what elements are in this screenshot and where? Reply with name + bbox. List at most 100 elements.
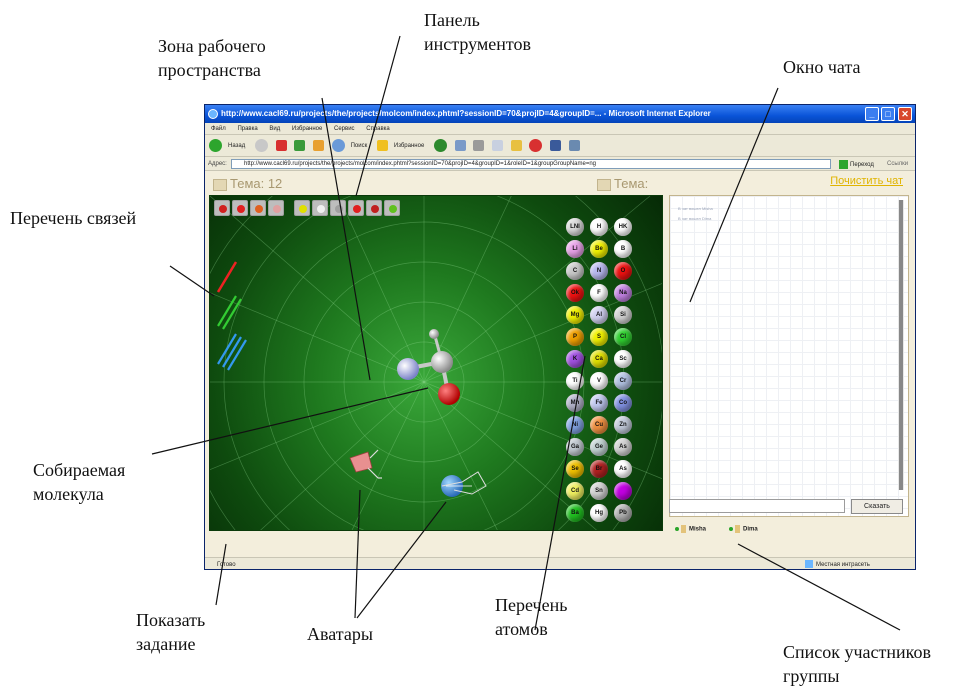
assembled-molecule[interactable] <box>397 329 460 405</box>
mail-icon[interactable] <box>454 139 466 151</box>
chat-scrollbar[interactable] <box>898 200 904 490</box>
atom-button[interactable]: Sc <box>614 350 632 368</box>
atom-button[interactable]: Ni <box>566 416 584 434</box>
menu-help[interactable]: Справка <box>366 126 390 132</box>
triple-bond-icon[interactable] <box>217 333 247 371</box>
tool-add-atom[interactable] <box>232 200 248 216</box>
go-button[interactable]: Переход <box>839 158 874 172</box>
print-icon[interactable] <box>473 139 485 151</box>
atom-button[interactable]: Mg <box>566 306 584 324</box>
atom-button[interactable]: V <box>590 372 608 390</box>
show-task-area[interactable] <box>209 533 663 553</box>
tool-move[interactable] <box>294 200 310 216</box>
menu-view[interactable]: Вид <box>269 126 280 132</box>
atom-button[interactable]: B <box>614 240 632 258</box>
atom-button[interactable]: Br <box>590 460 608 478</box>
atom-button[interactable]: Fe <box>590 394 608 412</box>
back-label[interactable]: Назад <box>228 143 245 149</box>
menu-tools[interactable]: Сервис <box>334 126 355 132</box>
atom-button[interactable]: Li <box>566 240 584 258</box>
search-label[interactable]: Поиск <box>351 143 368 149</box>
atom-button[interactable]: Ok <box>566 284 584 302</box>
chat-scrollbar-thumb[interactable] <box>899 200 903 490</box>
atom-button[interactable]: F <box>590 284 608 302</box>
atom-button[interactable]: As <box>614 438 632 456</box>
atom-button[interactable]: Co <box>614 394 632 412</box>
refresh-icon[interactable] <box>294 139 306 151</box>
atom-button[interactable]: Al <box>590 306 608 324</box>
atom-button[interactable]: N <box>590 262 608 280</box>
tool-pin[interactable] <box>312 200 328 216</box>
member-item[interactable]: Dima <box>729 525 758 533</box>
atom-button[interactable]: LNI <box>566 218 584 236</box>
search-icon[interactable] <box>331 138 345 152</box>
atom-button[interactable]: Na <box>614 284 632 302</box>
atom-button[interactable]: Cl <box>614 328 632 346</box>
atom-button[interactable]: Mn <box>566 394 584 412</box>
tool-select[interactable] <box>214 200 230 216</box>
atom-button[interactable]: Ge <box>590 438 608 456</box>
users-icon[interactable] <box>568 139 580 151</box>
media-icon[interactable] <box>433 138 447 152</box>
home-icon[interactable] <box>312 139 324 151</box>
atom-button[interactable]: HK <box>614 218 632 236</box>
favorites-star-icon[interactable] <box>376 139 388 151</box>
address-input[interactable]: http://www.cacl69.ru/projects/the/projec… <box>231 159 831 169</box>
say-button[interactable]: Сказать <box>851 499 903 514</box>
atom-button[interactable]: Be <box>590 240 608 258</box>
atom-button[interactable]: Cr <box>614 372 632 390</box>
chat-input[interactable] <box>669 499 845 513</box>
member-item[interactable]: Misha <box>675 525 706 533</box>
carbon-atom[interactable] <box>431 351 453 373</box>
hydrogen-atom[interactable] <box>429 329 439 339</box>
atom-button[interactable]: K <box>566 350 584 368</box>
favorites-label[interactable]: Избранное <box>394 143 424 149</box>
atom-button[interactable]: O <box>614 262 632 280</box>
back-arrow-icon[interactable] <box>209 138 222 152</box>
atom-button[interactable]: Cd <box>566 482 584 500</box>
atom-button[interactable]: H <box>590 218 608 236</box>
avatar-1[interactable] <box>349 449 382 479</box>
edit-icon[interactable] <box>491 139 503 151</box>
tool-scale[interactable] <box>330 200 346 216</box>
close-button[interactable]: ✕ <box>898 107 912 121</box>
menu-favorites[interactable]: Избранное <box>292 126 322 132</box>
stop-icon[interactable] <box>275 139 287 151</box>
atom-button[interactable]: Hg <box>590 504 608 522</box>
single-bond-icon[interactable] <box>216 261 238 293</box>
tool-erase[interactable] <box>268 200 284 216</box>
menu-edit[interactable]: Правка <box>237 126 257 132</box>
atom-button[interactable] <box>614 482 632 500</box>
oxygen-atom[interactable] <box>438 383 460 405</box>
atom-button[interactable]: Cu <box>590 416 608 434</box>
atom-button[interactable]: Ca <box>590 350 608 368</box>
tool-delete[interactable] <box>366 200 382 216</box>
atom-button[interactable]: As <box>614 460 632 478</box>
folder-icon[interactable] <box>510 139 522 151</box>
menu-file[interactable]: Файл <box>211 126 226 132</box>
tool-angle[interactable] <box>384 200 400 216</box>
atom-button[interactable]: Ga <box>566 438 584 456</box>
atom-button[interactable]: Si <box>614 306 632 324</box>
clear-chat-link[interactable]: Почистить чат <box>830 175 903 187</box>
research-icon[interactable] <box>529 138 543 152</box>
links-label[interactable]: Ссылки <box>887 157 908 171</box>
tool-bond[interactable] <box>348 200 364 216</box>
workspace-canvas[interactable]: LNI H HK Li Be B C N O Ok F Na Mg Al Si P S Cl K Ca Sc Ti V Cr M… <box>209 195 663 531</box>
messenger-icon[interactable] <box>550 139 561 151</box>
atom-button[interactable]: S <box>590 328 608 346</box>
atom-button[interactable]: Ti <box>566 372 584 390</box>
atom-button[interactable]: P <box>566 328 584 346</box>
maximize-button[interactable]: □ <box>881 107 895 121</box>
atom-button[interactable]: C <box>566 262 584 280</box>
atom-button[interactable]: Ba <box>566 504 584 522</box>
atom-button[interactable]: Se <box>566 460 584 478</box>
atom-button[interactable]: Pb <box>614 504 632 522</box>
atom-button[interactable]: Zn <box>614 416 632 434</box>
minimize-button[interactable]: _ <box>865 107 879 121</box>
atom-button[interactable]: Sn <box>590 482 608 500</box>
forward-arrow-icon[interactable] <box>254 138 268 152</box>
tool-rotate[interactable] <box>250 200 266 216</box>
status-bar: Готово Местная интрасеть <box>205 557 915 569</box>
nitrogen-atom[interactable] <box>397 358 419 380</box>
